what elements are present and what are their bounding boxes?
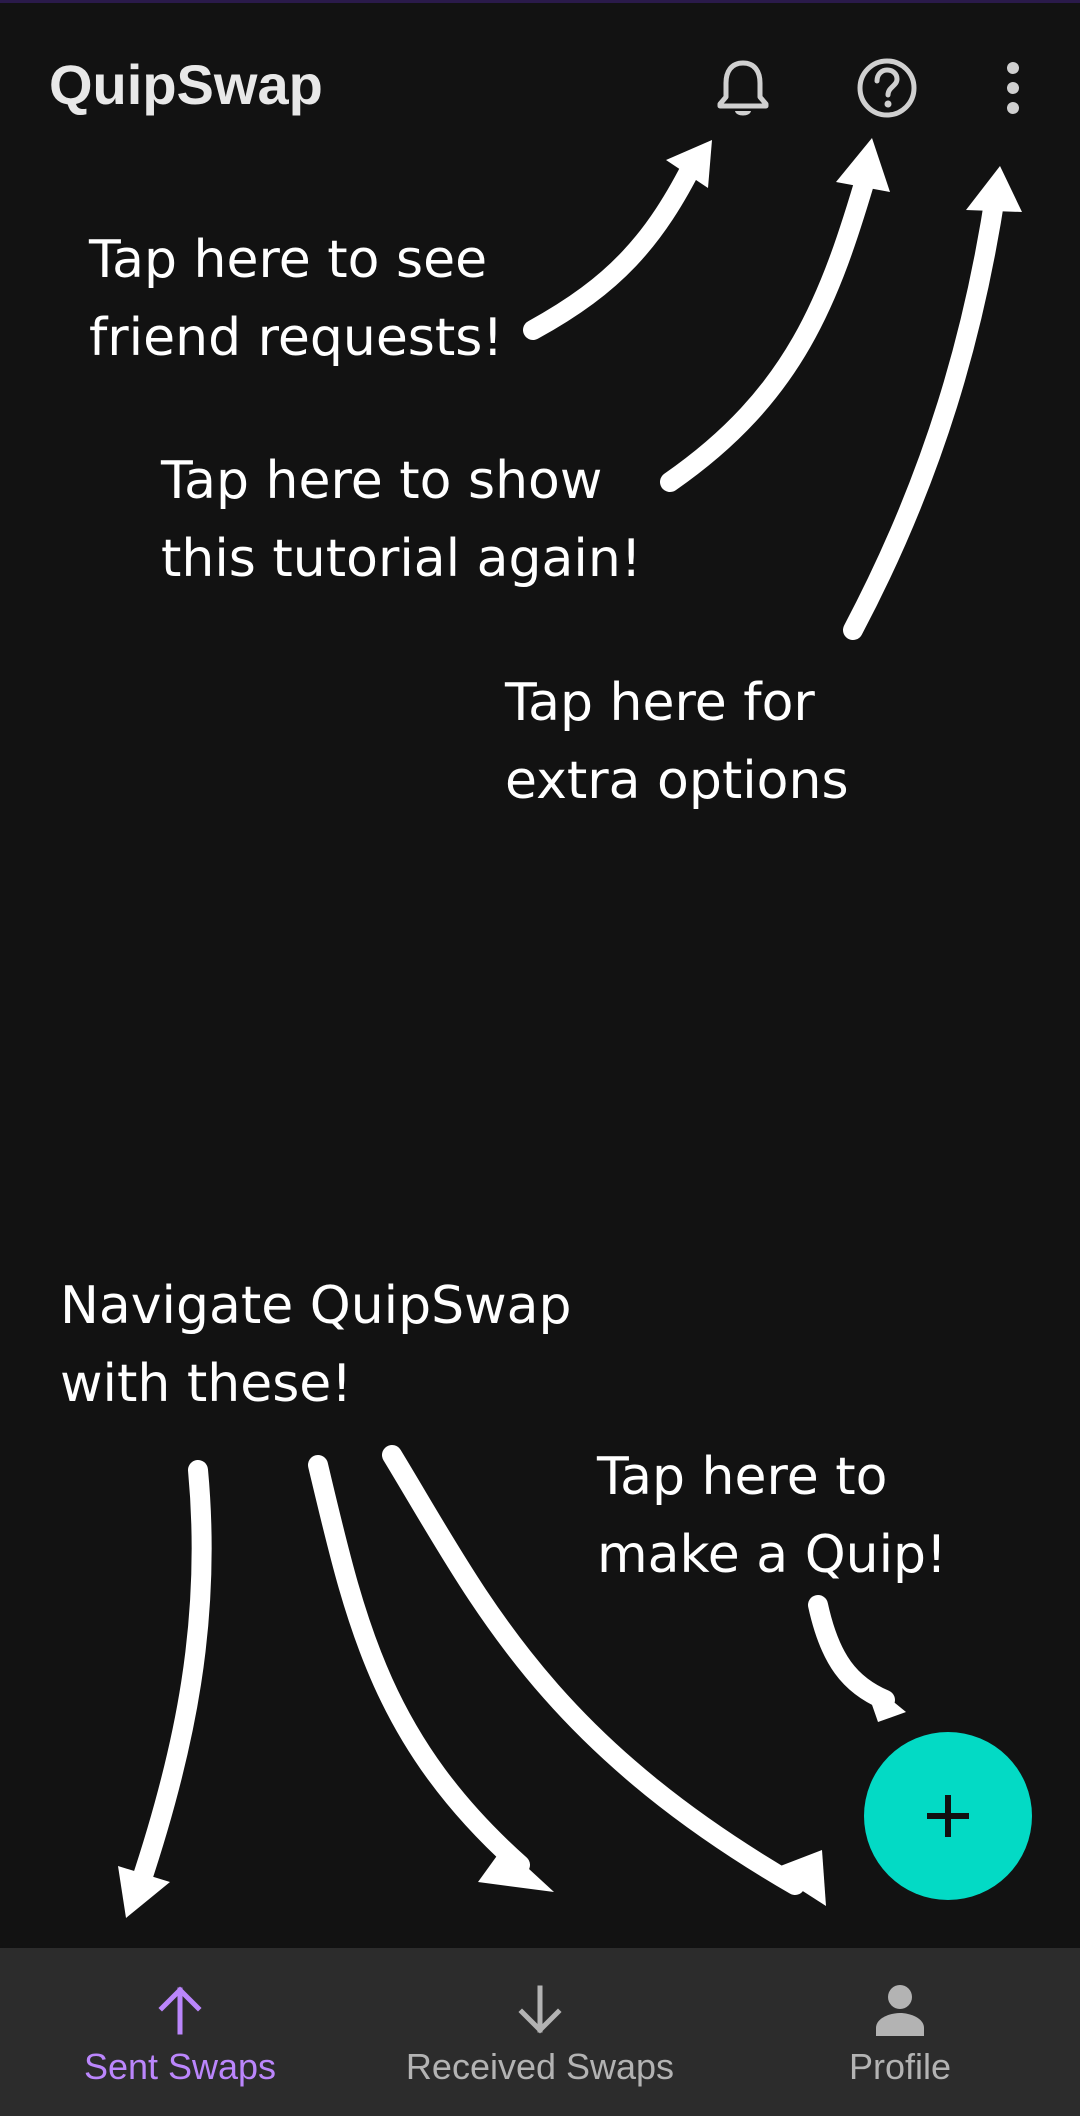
- arrow-up-icon: [158, 1986, 202, 2035]
- options-hint: Tap here for extra options: [505, 673, 849, 811]
- arrow-to-received-swaps: [308, 1455, 530, 1875]
- arrow-down-icon: [518, 1985, 562, 2034]
- nav-label-received-swaps: Received Swaps: [405, 2046, 675, 2087]
- fab-hint: Tap here to make a Quip!: [597, 1447, 947, 1585]
- arrow-to-notifications: [523, 150, 705, 340]
- make-quip-fab[interactable]: [864, 1732, 1032, 1900]
- arrow-to-fab: [808, 1595, 895, 1710]
- help-hint: Tap here to show this tutorial again!: [161, 451, 642, 589]
- notifications-button[interactable]: [698, 44, 788, 134]
- arrowhead-fab: [862, 1676, 906, 1722]
- nav-item-sent-swaps[interactable]: Sent Swaps: [0, 1948, 360, 2116]
- arrow-to-help: [660, 160, 878, 492]
- plus-icon: [927, 1795, 969, 1837]
- help-circle-icon: [857, 58, 917, 118]
- arrow-to-options: [843, 180, 1006, 640]
- bottom-navigation: Sent Swaps Received Swaps Profile: [0, 1948, 1080, 2116]
- arrowhead-options: [966, 166, 1022, 212]
- help-button[interactable]: [842, 43, 932, 133]
- more-options-button[interactable]: [968, 43, 1058, 133]
- person-icon: [876, 1985, 924, 2036]
- arrow-to-sent-swaps: [130, 1460, 212, 1895]
- nav-label-sent-swaps: Sent Swaps: [83, 2046, 277, 2087]
- nav-item-profile[interactable]: Profile: [720, 1948, 1080, 2116]
- tutorial-screen: QuipSwap Tap here to see friend requests…: [0, 0, 1080, 2116]
- status-bar-strip: [0, 0, 1080, 3]
- app-title: QuipSwap: [49, 53, 323, 116]
- more-vertical-icon: [1007, 62, 1019, 114]
- arrowhead-received-swaps: [478, 1846, 554, 1892]
- arrowhead-notifications: [666, 140, 712, 188]
- arrowhead-sent-swaps: [118, 1866, 170, 1918]
- notifications-hint: Tap here to see friend requests!: [89, 230, 504, 368]
- navigation-hint: Navigate QuipSwap with these!: [60, 1276, 572, 1414]
- nav-item-received-swaps[interactable]: Received Swaps: [360, 1948, 720, 2116]
- arrowhead-help: [836, 138, 890, 192]
- nav-label-profile: Profile: [848, 2046, 952, 2087]
- arrowhead-profile: [770, 1850, 826, 1906]
- bell-icon: [717, 60, 769, 116]
